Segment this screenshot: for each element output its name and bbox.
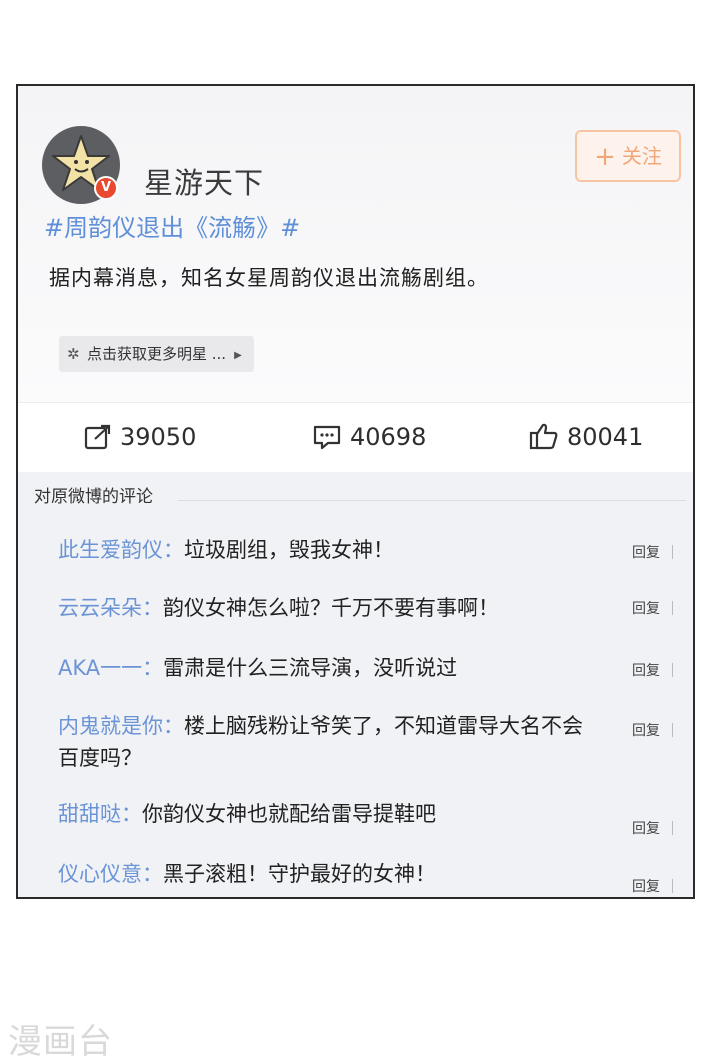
comments-section: 对原微博的评论 此生爱韵仪：垃圾剧组，毁我女神！ 回复 云云朵朵：韵仪女神怎么啦… bbox=[18, 472, 693, 897]
comment-text: 黑子滚粗！守护最好的女神！ bbox=[163, 862, 436, 886]
comments-header: 对原微博的评论 bbox=[34, 487, 153, 507]
more-stars-chip[interactable]: ✲ 点击获取更多明星 ... ▶ bbox=[59, 336, 254, 372]
divider bbox=[178, 500, 686, 501]
weibo-card: V 星游天下 + 关注 #周韵仪退出《流觞》# 据内幕消息，知名女星周韵仪退出流觞… bbox=[16, 84, 695, 899]
author-name[interactable]: 星游天下 bbox=[144, 160, 264, 202]
chevron-right-icon: ▶ bbox=[234, 350, 242, 361]
post-section: V 星游天下 + 关注 #周韵仪退出《流觞》# 据内幕消息，知名女星周韵仪退出流觞… bbox=[18, 86, 693, 402]
reply-button[interactable]: 回复 bbox=[632, 818, 673, 838]
sparkle-icon: ✲ bbox=[67, 345, 80, 363]
follow-button[interactable]: + 关注 bbox=[575, 130, 681, 182]
comment-user[interactable]: 此生爱韵仪： bbox=[58, 538, 184, 562]
hashtag-link[interactable]: #周韵仪退出《流觞》# bbox=[44, 208, 300, 243]
plus-icon: + bbox=[594, 142, 616, 172]
share-button[interactable]: 39050 bbox=[84, 419, 196, 455]
comment-item: 仪心仪意：黑子滚粗！守护最好的女神！ bbox=[58, 858, 598, 890]
comment-user[interactable]: 甜甜哒： bbox=[58, 802, 142, 826]
comment-item: 内鬼就是你：楼上脑残粉让爷笑了，不知道雷导大名不会百度吗？ bbox=[58, 710, 588, 774]
comment-item: 此生爱韵仪：垃圾剧组，毁我女神！ bbox=[58, 534, 598, 566]
comment-text: 你韵仪女神也就配给雷导提鞋吧 bbox=[142, 802, 436, 826]
comment-button[interactable]: 40698 bbox=[312, 419, 426, 455]
comment-user[interactable]: 内鬼就是你： bbox=[58, 714, 184, 738]
comment-item: 云云朵朵：韵仪女神怎么啦？千万不要有事啊！ bbox=[58, 592, 598, 624]
comment-icon bbox=[313, 425, 341, 450]
verified-badge: V bbox=[94, 176, 118, 200]
share-icon bbox=[84, 424, 111, 450]
comment-user[interactable]: 云云朵朵： bbox=[58, 596, 163, 620]
reply-button[interactable]: 回复 bbox=[632, 598, 673, 618]
more-chip-label: 点击获取更多明星 ... bbox=[87, 345, 227, 363]
comment-user[interactable]: 仪心仪意： bbox=[58, 862, 163, 886]
comment-item: AKA一一：雷肃是什么三流导演，没听说过 bbox=[58, 652, 598, 684]
comment-text: 韵仪女神怎么啦？千万不要有事啊！ bbox=[163, 596, 499, 620]
watermark-logo: 漫画台 bbox=[8, 1022, 113, 1062]
reply-button[interactable]: 回复 bbox=[632, 720, 673, 740]
reply-button[interactable]: 回复 bbox=[632, 876, 673, 896]
reply-button[interactable]: 回复 bbox=[632, 660, 673, 680]
post-text: 据内幕消息，知名女星周韵仪退出流觞剧组。 bbox=[49, 266, 489, 290]
like-count: 80041 bbox=[567, 423, 644, 451]
share-count: 39050 bbox=[120, 423, 197, 451]
comment-text: 垃圾剧组，毁我女神！ bbox=[184, 538, 394, 562]
comment-text: 雷肃是什么三流导演，没听说过 bbox=[163, 656, 458, 680]
like-button[interactable]: 80041 bbox=[529, 419, 643, 455]
thumbs-up-icon bbox=[529, 423, 558, 450]
comment-user[interactable]: AKA一一： bbox=[58, 656, 163, 680]
comment-count: 40698 bbox=[350, 423, 427, 451]
reply-button[interactable]: 回复 bbox=[632, 542, 673, 562]
action-bar: 39050 40698 80041 bbox=[18, 402, 693, 472]
follow-label: 关注 bbox=[621, 144, 662, 168]
comment-item: 甜甜哒：你韵仪女神也就配给雷导提鞋吧 bbox=[58, 798, 598, 830]
